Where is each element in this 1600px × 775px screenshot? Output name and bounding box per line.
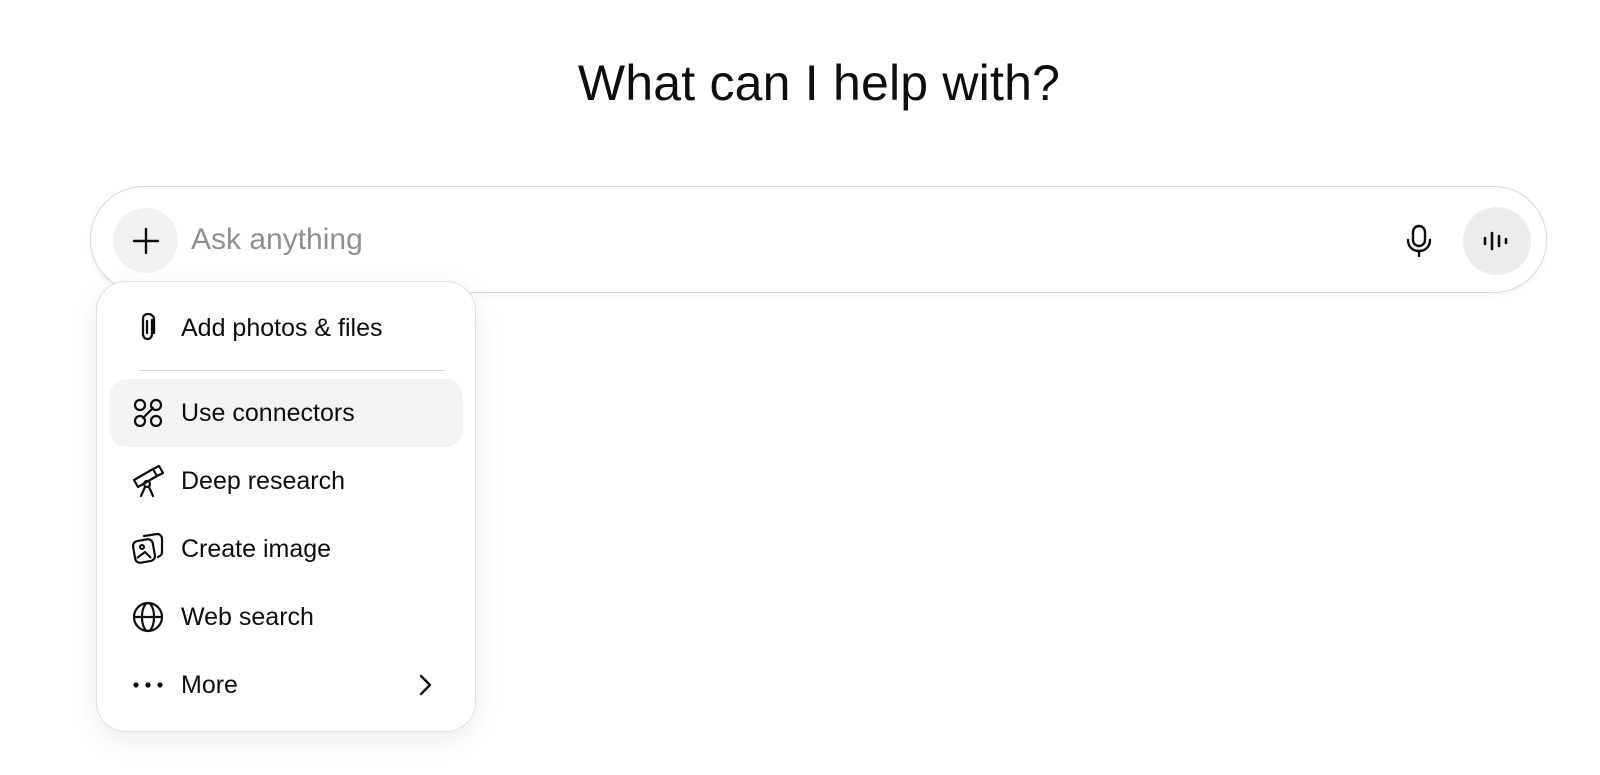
- paperclip-icon: [131, 311, 165, 345]
- connectors-icon: [131, 396, 165, 430]
- chat-home: What can I help with? Ask anything Add p…: [0, 0, 1600, 775]
- image-icon: [131, 532, 165, 566]
- ellipsis-icon: [131, 668, 165, 702]
- attach-menu: Add photos & files Use connectors Deep r…: [96, 281, 476, 732]
- menu-item-deep-research[interactable]: Deep research: [109, 447, 463, 515]
- waveform-icon: [1482, 229, 1512, 253]
- globe-icon: [131, 600, 165, 634]
- prompt-composer: [90, 186, 1547, 293]
- menu-item-label: Use connectors: [181, 398, 355, 427]
- chevron-right-icon: [413, 673, 437, 697]
- menu-item-label: Create image: [181, 534, 332, 563]
- attach-menu-button[interactable]: [113, 208, 178, 273]
- microphone-icon: [1405, 224, 1433, 258]
- menu-item-use-connectors[interactable]: Use connectors: [109, 379, 463, 447]
- menu-item-more[interactable]: More: [109, 651, 463, 719]
- dictate-button[interactable]: [1386, 208, 1451, 273]
- menu-divider: [139, 370, 445, 371]
- menu-item-add-photos-files[interactable]: Add photos & files: [109, 294, 463, 362]
- menu-item-label: Deep research: [181, 466, 345, 495]
- prompt-input[interactable]: [191, 214, 1461, 266]
- menu-item-create-image[interactable]: Create image: [109, 515, 463, 583]
- menu-item-web-search[interactable]: Web search: [109, 583, 463, 651]
- menu-item-label: More: [181, 670, 238, 699]
- plus-icon: [131, 226, 161, 256]
- menu-item-label: Add photos & files: [181, 313, 383, 342]
- telescope-icon: [131, 464, 165, 498]
- menu-item-label: Web search: [181, 602, 314, 631]
- page-heading: What can I help with?: [577, 55, 1061, 111]
- voice-mode-button[interactable]: [1463, 207, 1531, 275]
